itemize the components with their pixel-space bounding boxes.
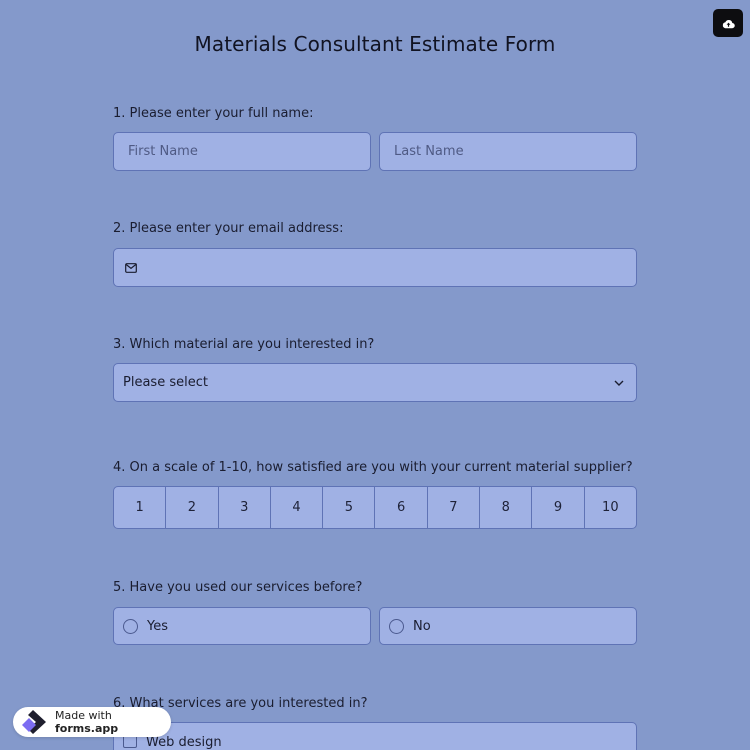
radio-option-no-label: No [413,618,431,634]
question-5-label: 5. Have you used our services before? [113,580,363,595]
scale-option-8[interactable]: 8 [480,487,533,528]
material-select[interactable]: Please select [113,363,637,402]
badge-prefix: Made with [55,709,112,722]
question-2-label: 2. Please enter your email address: [113,221,344,236]
scale-option-7[interactable]: 7 [428,487,481,528]
scale-option-9[interactable]: 9 [532,487,585,528]
question-3-label: 3. Which material are you interested in? [113,337,375,352]
question-4-label: 4. On a scale of 1-10, how satisfied are… [113,460,633,475]
radio-circle-icon [389,618,404,634]
email-field[interactable] [113,248,637,287]
checkbox-option-web-design-label: Web design [146,735,222,750]
radio-option-yes[interactable]: Yes [113,607,371,645]
last-name-field[interactable]: Last Name [379,132,637,171]
first-name-field[interactable]: First Name [113,132,371,171]
scale-option-5[interactable]: 5 [323,487,376,528]
scale-option-2[interactable]: 2 [166,487,219,528]
radio-option-yes-label: Yes [147,618,168,634]
checkbox-option-web-design[interactable]: Web design [113,722,637,750]
scale-option-10[interactable]: 10 [585,487,636,528]
first-name-placeholder: First Name [128,144,198,159]
radio-circle-icon [123,618,138,634]
material-select-value: Please select [123,375,208,390]
satisfaction-scale: 1 2 3 4 5 6 7 8 9 10 [113,486,637,529]
forms-app-logo-icon [19,709,49,735]
badge-brand: forms.app [55,722,119,735]
cloud-upload-icon [722,14,735,33]
scale-option-3[interactable]: 3 [219,487,271,528]
chevron-down-icon [614,380,624,386]
last-name-placeholder: Last Name [394,144,464,159]
envelope-icon [125,262,137,273]
made-with-badge[interactable]: Made with forms.app [13,707,171,737]
scale-option-4[interactable]: 4 [271,487,324,528]
radio-option-no[interactable]: No [379,607,637,645]
scale-option-1[interactable]: 1 [114,487,167,528]
form-title: Materials Consultant Estimate Form [194,32,556,56]
scale-option-6[interactable]: 6 [375,487,428,528]
question-1-label: 1. Please enter your full name: [113,106,314,121]
